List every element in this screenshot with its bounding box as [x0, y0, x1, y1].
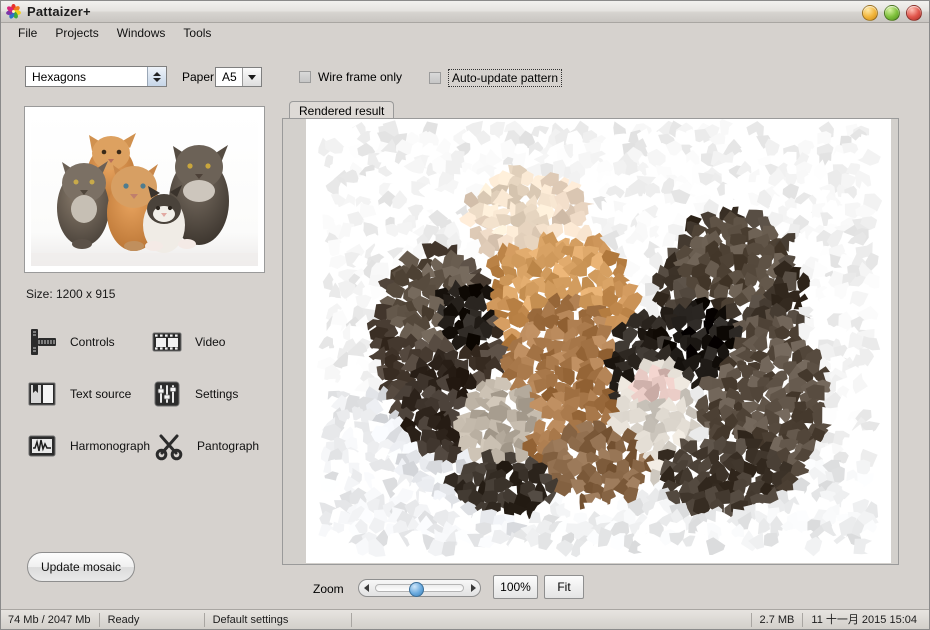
sliders-icon [148, 375, 186, 413]
autoupdate-checkbox-row[interactable]: Auto-update pattern [429, 69, 562, 87]
close-button[interactable] [906, 5, 922, 21]
tool-settings[interactable]: Settings [148, 375, 273, 413]
zoom-100-button[interactable]: 100% [493, 575, 538, 599]
tool-harmonograph[interactable]: Harmonograph [23, 427, 150, 465]
status-settings: Default settings [204, 613, 351, 627]
tool-text-source[interactable]: Text source [23, 375, 148, 413]
film-strip-icon [148, 323, 186, 361]
paper-combo[interactable]: A5 [215, 67, 262, 87]
tool-video-label: Video [195, 335, 225, 349]
status-spacer [351, 613, 751, 627]
source-size-label: Size: 1200 x 915 [26, 287, 115, 301]
autoupdate-checkbox[interactable] [429, 72, 441, 84]
ruler-tool-icon [23, 323, 61, 361]
status-state: Ready [99, 613, 204, 627]
tool-text-source-label: Text source [70, 387, 131, 401]
menu-windows[interactable]: Windows [108, 24, 175, 42]
pattern-combo[interactable]: Hexagons [25, 66, 167, 87]
status-datetime: 11 十一月 2015 15:04 [802, 613, 929, 627]
scissors-icon [150, 427, 188, 465]
chevron-down-icon [153, 78, 161, 82]
open-book-icon [23, 375, 61, 413]
pinwheel-icon [6, 4, 21, 19]
status-filesize: 2.7 MB [751, 613, 803, 627]
title-bar: Pattaizer+ [1, 1, 929, 23]
window-title: Pattaizer+ [27, 4, 91, 19]
menu-tools[interactable]: Tools [174, 24, 220, 42]
zoom-label: Zoom [313, 582, 344, 596]
chevron-down-icon [248, 75, 256, 80]
wireframe-checkbox[interactable] [299, 71, 311, 83]
menu-projects[interactable]: Projects [46, 24, 107, 42]
paper-dropdown-button[interactable] [242, 68, 261, 86]
status-bar: 74 Mb / 2047 Mb Ready Default settings 2… [1, 609, 929, 629]
pattern-spinner[interactable] [147, 67, 166, 86]
tool-pantograph-label: Pantograph [197, 439, 259, 453]
paper-combo-value: A5 [216, 70, 242, 84]
zoom-out-arrow-icon[interactable] [359, 584, 373, 592]
rendered-mosaic-canvas[interactable] [306, 119, 891, 563]
tool-controls-label: Controls [70, 335, 115, 349]
kittens-photo [31, 113, 258, 266]
tab-rendered-result[interactable]: Rendered result [289, 101, 394, 118]
maximize-button[interactable] [884, 5, 900, 21]
tool-settings-label: Settings [195, 387, 238, 401]
zoom-slider-track[interactable] [375, 584, 464, 592]
pattern-combo-value: Hexagons [26, 70, 147, 84]
autoupdate-label: Auto-update pattern [448, 69, 562, 87]
wireframe-label: Wire frame only [318, 70, 402, 84]
tool-harmonograph-label: Harmonograph [70, 439, 150, 453]
tool-row: Text source [23, 375, 273, 413]
chevron-up-icon [153, 72, 161, 76]
menu-bar: File Projects Windows Tools [1, 23, 929, 43]
toolbar: Hexagons Paper A5 Wire frame only Auto-u… [1, 45, 929, 91]
waveform-monitor-icon [23, 427, 61, 465]
zoom-slider-knob[interactable] [409, 582, 424, 597]
tool-row: Harmonograph Pantograph [23, 427, 273, 465]
minimize-button[interactable] [862, 5, 878, 21]
zoom-in-arrow-icon[interactable] [466, 584, 480, 592]
update-mosaic-button[interactable]: Update mosaic [27, 552, 135, 582]
menu-file[interactable]: File [9, 24, 46, 42]
tool-controls[interactable]: Controls [23, 323, 148, 361]
tool-video[interactable]: Video [148, 323, 273, 361]
tool-row: Controls [23, 323, 273, 361]
application-window: Pattaizer+ File Projects Windows Tools H… [0, 0, 930, 630]
paper-label: Paper [182, 70, 214, 84]
zoom-slider[interactable] [358, 579, 481, 597]
wireframe-checkbox-row[interactable]: Wire frame only [299, 70, 402, 84]
mosaic-render [306, 119, 891, 563]
tool-pantograph[interactable]: Pantograph [150, 427, 273, 465]
tool-grid: Controls [23, 323, 273, 479]
window-controls [862, 5, 922, 21]
status-memory: 74 Mb / 2047 Mb [1, 613, 99, 627]
zoom-fit-button[interactable]: Fit [544, 575, 584, 599]
source-image-thumbnail[interactable] [24, 106, 265, 273]
